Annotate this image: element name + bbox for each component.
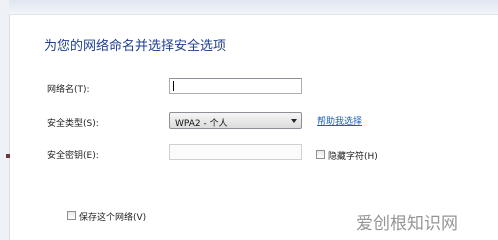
window-top-bar <box>9 0 498 15</box>
page-title: 为您的网络命名并选择安全选项 <box>44 39 227 54</box>
help-me-choose-link[interactable]: 帮助我选择 <box>317 114 362 127</box>
security-key-input[interactable] <box>169 144 302 160</box>
chevron-down-icon <box>291 119 297 123</box>
window-left-edge <box>0 0 10 240</box>
save-network-checkbox[interactable] <box>67 211 76 220</box>
network-name-input[interactable] <box>169 78 302 94</box>
text-caret <box>173 81 174 91</box>
network-name-label: 网络名(T): <box>47 85 90 95</box>
security-type-label: 安全类型(S): <box>47 119 99 129</box>
hide-characters-checkbox[interactable] <box>316 150 325 159</box>
hide-characters-label[interactable]: 隐藏字符(H) <box>328 149 378 162</box>
edge-marker <box>6 154 10 158</box>
security-key-label: 安全密钥(E): <box>47 151 99 161</box>
security-type-select[interactable]: WPA2 - 个人 <box>169 112 302 129</box>
security-type-value: WPA2 - 个人 <box>175 119 228 129</box>
watermark-text: 爱创根知识网 <box>356 214 458 234</box>
save-network-label[interactable]: 保存这个网络(V) <box>79 210 146 223</box>
